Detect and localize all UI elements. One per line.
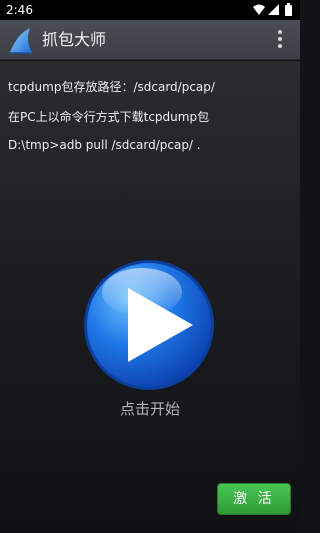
wifi-icon: [253, 4, 265, 15]
signal-icon: [268, 4, 279, 15]
storage-path-text: tcpdump包存放路径：/sdcard/pcap/: [8, 80, 215, 94]
main-content: tcpdump包存放路径：/sdcard/pcap/ 在PC上以命令行方式下载t…: [0, 61, 300, 533]
activate-button[interactable]: 激 活: [217, 483, 291, 515]
shark-fin-logo-icon: [10, 28, 32, 54]
status-icons: [253, 3, 292, 16]
adb-command-text: D:\tmp>adb pull /sdcard/pcap/ .: [8, 138, 201, 152]
app-title: 抓包大师: [42, 30, 107, 49]
battery-icon: [285, 3, 292, 16]
status-bar: 2:46: [0, 0, 300, 20]
download-instruction-text: 在PC上以命令行方式下载tcpdump包: [8, 110, 210, 124]
start-label[interactable]: 点击开始: [0, 398, 300, 419]
play-button[interactable]: [82, 258, 216, 392]
app-bar: 抓包大师: [0, 20, 300, 60]
status-time: 2:46: [6, 3, 33, 17]
overflow-menu-icon[interactable]: [276, 30, 284, 50]
